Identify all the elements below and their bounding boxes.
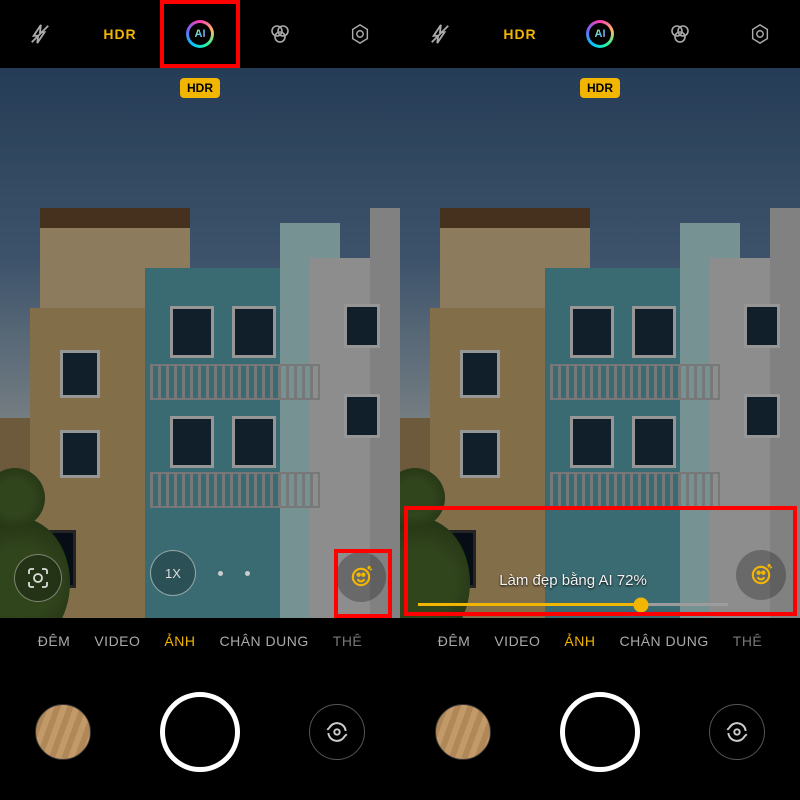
hdr-toggle[interactable]: HDR [103, 17, 137, 51]
camera-screen-right: HDR AI HDR [400, 0, 800, 800]
shutter-button[interactable] [160, 692, 240, 772]
mode-video[interactable]: VIDEO [94, 633, 140, 649]
beauty-slider-button[interactable] [736, 550, 786, 600]
mode-photo[interactable]: ẢNH [164, 633, 195, 649]
ai-icon-label: AI [195, 28, 206, 40]
mode-night[interactable]: ĐÊM [38, 633, 71, 649]
mode-video[interactable]: VIDEO [494, 633, 540, 649]
ai-beauty-toggle[interactable]: AI [183, 17, 217, 51]
settings-icon[interactable] [343, 17, 377, 51]
ai-beauty-slider[interactable]: Làm đẹp bằng AI 72% [418, 572, 728, 606]
hdr-toggle[interactable]: HDR [503, 17, 537, 51]
ai-beauty-toggle[interactable]: AI [583, 17, 617, 51]
camera-flip-button[interactable] [709, 704, 765, 760]
camera-screen-left: HDR AI HDR [0, 0, 400, 800]
gallery-thumbnail[interactable] [435, 704, 491, 760]
zoom-level[interactable]: 1X [150, 550, 196, 596]
slider-track[interactable] [418, 603, 728, 606]
zoom-controls[interactable]: 1X [150, 550, 250, 596]
filter-icon[interactable] [263, 17, 297, 51]
mode-more[interactable]: THÊ [333, 633, 363, 649]
camera-flip-button[interactable] [309, 704, 365, 760]
shutter-button[interactable] [560, 692, 640, 772]
mode-night[interactable]: ĐÊM [438, 633, 471, 649]
top-toolbar: HDR AI [400, 0, 800, 68]
slider-label: Làm đẹp bằng AI 72% [499, 572, 647, 589]
settings-icon[interactable] [743, 17, 777, 51]
flash-icon[interactable] [23, 17, 57, 51]
bottom-toolbar [400, 664, 800, 800]
slider-knob[interactable] [634, 597, 649, 612]
hdr-badge: HDR [580, 78, 620, 98]
bottom-toolbar [0, 664, 400, 800]
filter-icon[interactable] [663, 17, 697, 51]
mode-portrait[interactable]: CHÂN DUNG [219, 633, 308, 649]
google-lens-button[interactable] [14, 554, 62, 602]
mode-photo[interactable]: ẢNH [564, 633, 595, 649]
gallery-thumbnail[interactable] [35, 704, 91, 760]
camera-viewfinder[interactable]: HDR Làm đẹp bằng AI 72% [400, 68, 800, 618]
mode-portrait[interactable]: CHÂN DUNG [619, 633, 708, 649]
mode-selector[interactable]: ĐÊM VIDEO ẢNH CHÂN DUNG THÊ [0, 618, 400, 664]
hdr-badge: HDR [180, 78, 220, 98]
ai-icon-label: AI [595, 28, 606, 40]
camera-viewfinder[interactable]: HDR 1X [0, 68, 400, 618]
beauty-slider-button[interactable] [336, 552, 386, 602]
mode-more[interactable]: THÊ [733, 633, 763, 649]
flash-icon[interactable] [423, 17, 457, 51]
top-toolbar: HDR AI [0, 0, 400, 68]
zoom-dot[interactable] [218, 571, 223, 576]
mode-selector[interactable]: ĐÊM VIDEO ẢNH CHÂN DUNG THÊ [400, 618, 800, 664]
zoom-dot[interactable] [245, 571, 250, 576]
